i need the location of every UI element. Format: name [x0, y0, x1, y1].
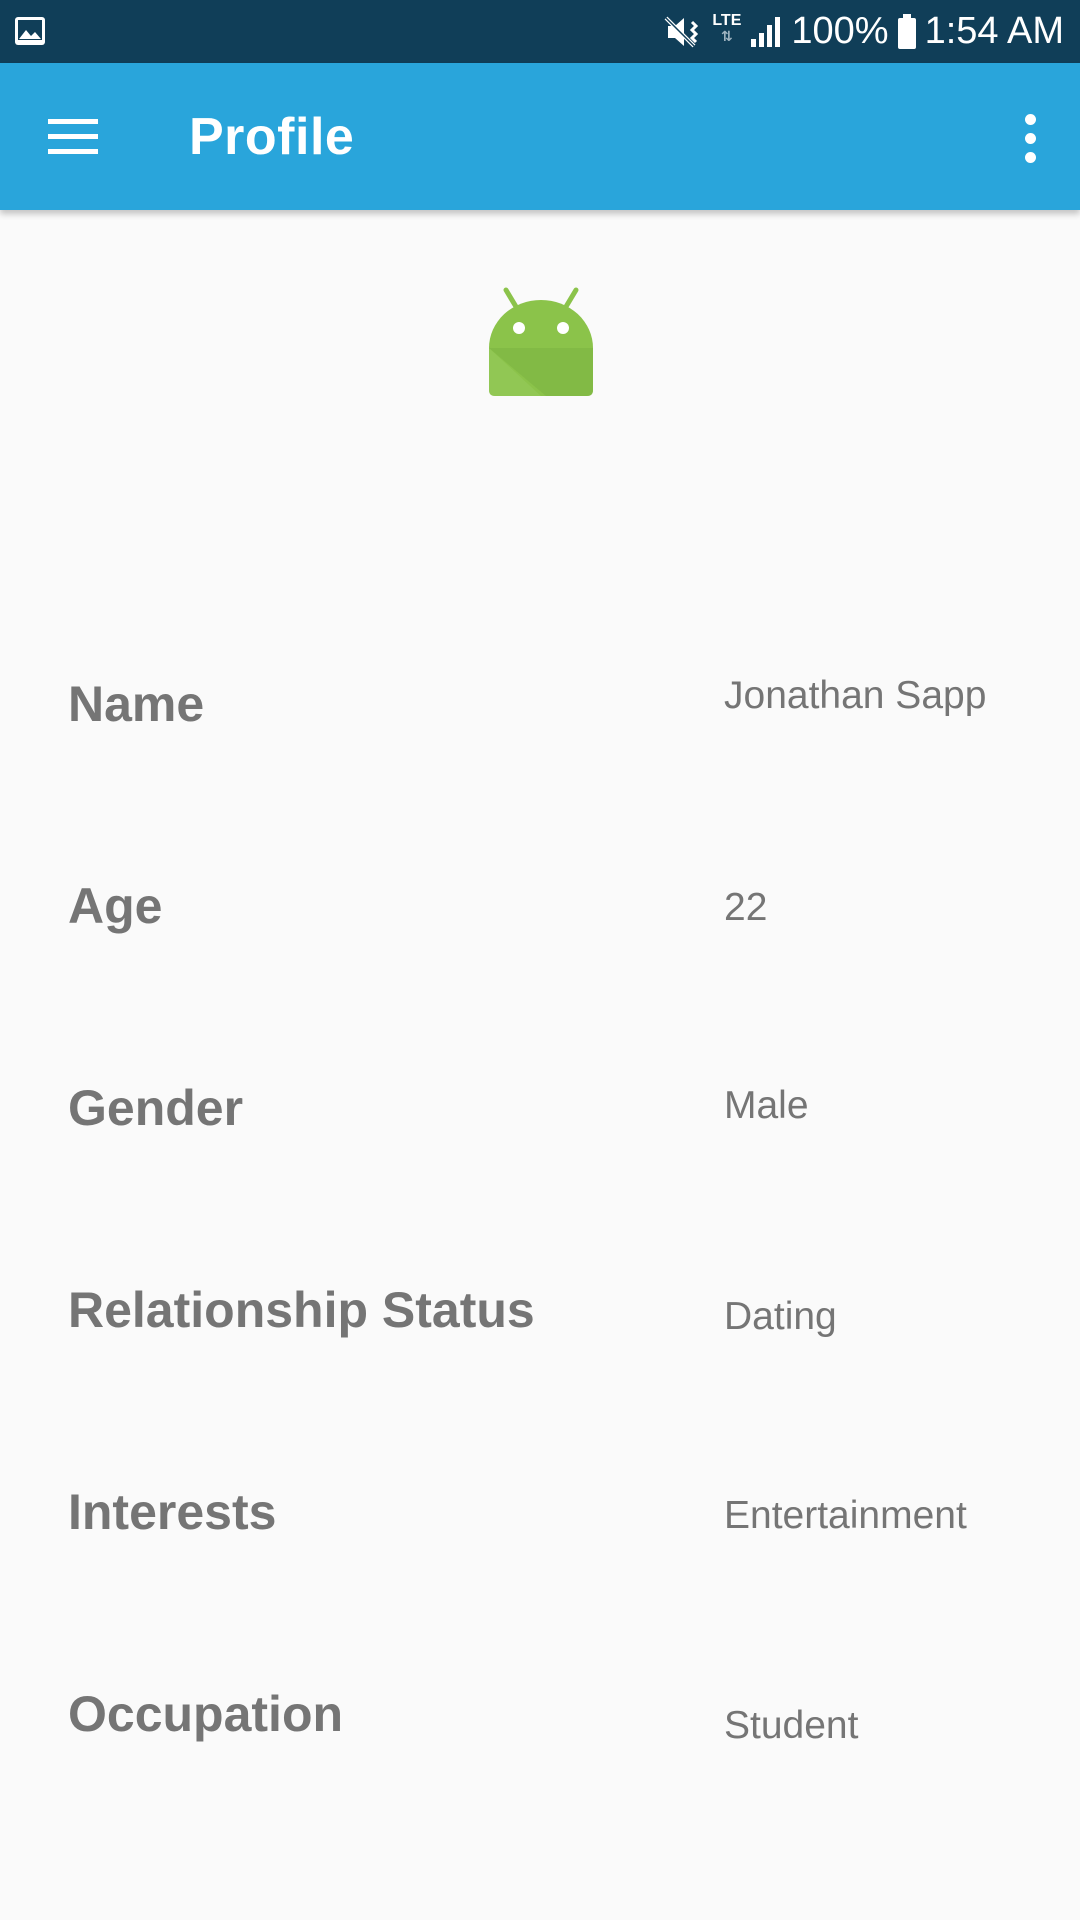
lte-icon: LTE ⇅: [712, 11, 742, 44]
lte-text: LTE: [712, 11, 742, 29]
profile-row-name: Name Jonathan Sapp: [0, 640, 1080, 842]
relationship-status-label: Relationship Status: [68, 1282, 535, 1338]
page-title: Profile: [189, 108, 355, 166]
profile-row-interests: Interests Entertainment: [0, 1448, 1080, 1650]
gender-label: Gender: [68, 1080, 244, 1136]
hamburger-menu-icon[interactable]: [38, 101, 108, 171]
profile-row-gender: Gender Male: [0, 1044, 1080, 1246]
status-bar: LTE ⇅ 100% 1:54 AM: [0, 0, 1080, 63]
clock: 1:54 AM: [924, 10, 1064, 52]
interests-label: Interests: [68, 1484, 277, 1540]
profile-row-age: Age 22: [0, 842, 1080, 1044]
name-value: Jonathan Sapp: [724, 674, 987, 717]
age-value: 22: [724, 886, 768, 929]
age-label: Age: [68, 878, 163, 934]
battery-icon: [897, 13, 917, 50]
profile-row-occupation: Occupation Student: [0, 1650, 1080, 1852]
more-vert-icon[interactable]: [1000, 103, 1060, 173]
interests-value: Entertainment: [724, 1494, 967, 1537]
occupation-label: Occupation: [68, 1686, 344, 1742]
battery-percentage: 100%: [791, 10, 889, 52]
profile-list: Name Jonathan Sapp Age 22 Gender Male Re…: [0, 640, 1080, 1852]
name-label: Name: [68, 676, 205, 732]
mute-vibrate-icon: [664, 14, 704, 50]
image-notification-icon: [14, 15, 46, 47]
gender-value: Male: [724, 1084, 809, 1127]
app-bar: Profile: [0, 63, 1080, 210]
relationship-status-value: Dating: [724, 1295, 837, 1338]
occupation-value: Student: [724, 1704, 859, 1747]
signal-icon: [749, 15, 783, 49]
android-icon: [486, 286, 596, 398]
profile-row-relationship-status: Relationship Status Dating: [0, 1246, 1080, 1448]
